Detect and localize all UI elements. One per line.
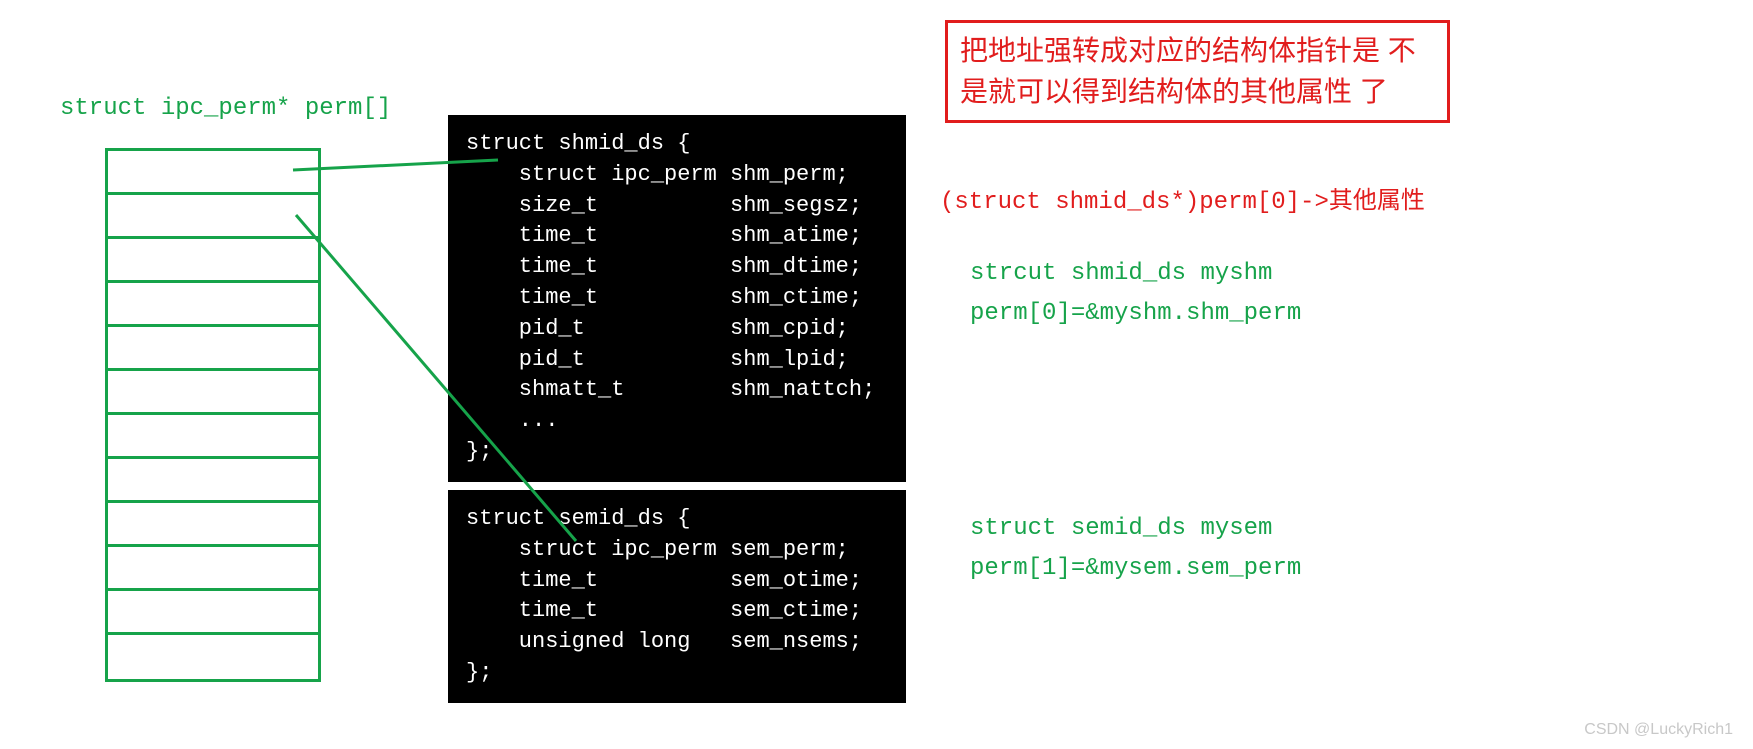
code-block-semid: struct semid_ds { struct ipc_perm sem_pe… [448, 490, 906, 703]
watermark: CSDN @LuckyRich1 [1584, 721, 1733, 739]
note-myshm-line2: perm[0]=&myshm.shm_perm [970, 300, 1301, 327]
array-slot [108, 635, 318, 679]
array-slot [108, 195, 318, 239]
array-slot [108, 371, 318, 415]
array-slot [108, 239, 318, 283]
array-slot [108, 327, 318, 371]
note-mysem-line2: perm[1]=&mysem.sem_perm [970, 555, 1301, 582]
note-mysem-line1: struct semid_ds mysem [970, 515, 1272, 542]
array-diagram [105, 148, 321, 682]
cast-expression: (struct shmid_ds*)perm[0]->其他属性 [940, 180, 1425, 216]
diagram-title: struct ipc_perm* perm[] [60, 95, 391, 122]
array-slot [108, 151, 318, 195]
note-myshm-line1: strcut shmid_ds myshm [970, 260, 1272, 287]
array-slot [108, 591, 318, 635]
array-slot [108, 503, 318, 547]
comment-box: 把地址强转成对应的结构体指针是 不是就可以得到结构体的其他属性 了 [945, 20, 1450, 123]
code-block-shmid: struct shmid_ds { struct ipc_perm shm_pe… [448, 115, 906, 482]
array-slot [108, 459, 318, 503]
array-slot [108, 547, 318, 591]
array-slot [108, 415, 318, 459]
array-slot [108, 283, 318, 327]
